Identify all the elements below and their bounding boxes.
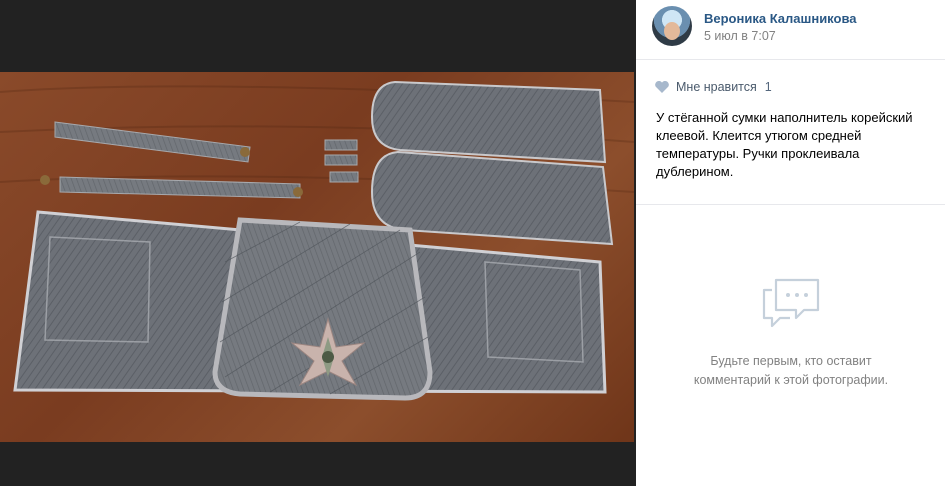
like-label: Мне нравится (676, 80, 757, 94)
avatar[interactable] (652, 6, 692, 46)
empty-text-line: комментарий к этой фотографии. (693, 373, 889, 387)
post-caption: У стёганной сумки наполнитель корейский … (656, 110, 913, 179)
post-date-link[interactable]: 5 июл в 7:07 (704, 29, 776, 43)
like-button[interactable]: Мне нравится 1 (654, 78, 772, 96)
avatar-face-icon (664, 22, 680, 40)
post-side-panel: Вероника Калашникова 5 июл в 7:07 Мне нр… (636, 0, 945, 486)
comments-empty-text: Будьте первым, кто оставит комментарий к… (666, 352, 916, 390)
author-name-link[interactable]: Вероника Калашникова (704, 11, 857, 26)
like-count[interactable]: 1 (765, 80, 772, 94)
post-author: Вероника Калашникова 5 июл в 7:07 (652, 6, 942, 48)
comments-empty-icon (762, 278, 820, 328)
empty-text-line: Будьте первым, кто оставит (710, 354, 872, 368)
heart-icon (655, 80, 669, 93)
divider (636, 204, 945, 205)
divider (636, 59, 945, 60)
post-photo[interactable] (0, 72, 634, 442)
photo-viewer (0, 0, 636, 486)
denim-bag-pieces-icon (0, 80, 634, 401)
